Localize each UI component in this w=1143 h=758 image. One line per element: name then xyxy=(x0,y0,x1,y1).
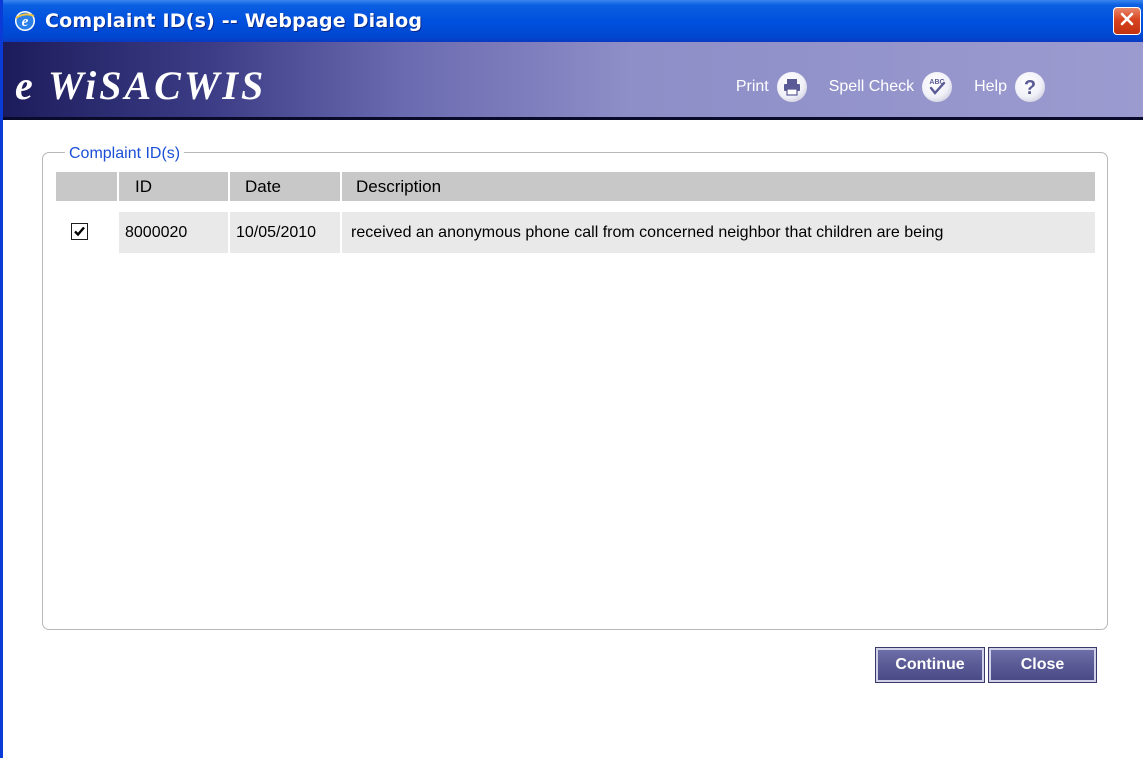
svg-text:e: e xyxy=(22,14,29,30)
dialog-window: e Complaint ID(s) -- Webpage Dialog e Wi… xyxy=(0,0,1143,758)
help-icon: ? xyxy=(1015,72,1045,102)
spell-check-label: Spell Check xyxy=(828,78,915,95)
header-select xyxy=(56,172,116,201)
row-description: received an anonymous phone call from co… xyxy=(351,223,944,241)
close-button[interactable]: Close xyxy=(988,647,1097,683)
table-row[interactable]: 8000020 10/05/2010 received an anonymous… xyxy=(56,212,1095,253)
app-logo: e WiSACWIS xyxy=(15,63,267,108)
banner-toolbar: Print Spell Check ABC Help ? xyxy=(714,72,1045,102)
table-header: ID Date Description xyxy=(56,172,1095,201)
close-button-label: Close xyxy=(1020,656,1065,673)
close-icon xyxy=(1119,11,1135,32)
printer-icon xyxy=(776,72,807,102)
help-label: Help xyxy=(974,78,1007,95)
app-banner: e WiSACWIS Print Spell Check ABC Help ? xyxy=(3,42,1143,120)
close-window-button[interactable] xyxy=(1113,7,1141,35)
print-label: Print xyxy=(735,78,769,95)
spell-check-button[interactable]: Spell Check ABC xyxy=(828,72,953,102)
print-button[interactable]: Print xyxy=(736,72,807,102)
header-date[interactable]: Date xyxy=(245,172,281,201)
row-date: 10/05/2010 xyxy=(236,223,317,241)
help-button[interactable]: Help ? xyxy=(974,72,1045,102)
header-id[interactable]: ID xyxy=(135,172,152,201)
continue-button[interactable]: Continue xyxy=(875,647,985,683)
title-bar[interactable]: e Complaint ID(s) -- Webpage Dialog xyxy=(3,0,1143,42)
checkmark-icon xyxy=(73,224,86,239)
window-title: Complaint ID(s) -- Webpage Dialog xyxy=(45,10,423,32)
column-separator xyxy=(117,172,119,201)
group-legend: Complaint ID(s) xyxy=(65,145,185,163)
column-separator xyxy=(340,172,342,201)
spell-check-icon: ABC xyxy=(922,72,953,102)
row-id: 8000020 xyxy=(125,223,188,241)
continue-button-label: Continue xyxy=(895,656,965,673)
header-description[interactable]: Description xyxy=(356,172,441,201)
column-separator xyxy=(228,172,230,201)
internet-explorer-icon: e xyxy=(13,9,37,33)
row-checkbox[interactable] xyxy=(71,223,88,240)
svg-text:?: ? xyxy=(1024,77,1036,98)
